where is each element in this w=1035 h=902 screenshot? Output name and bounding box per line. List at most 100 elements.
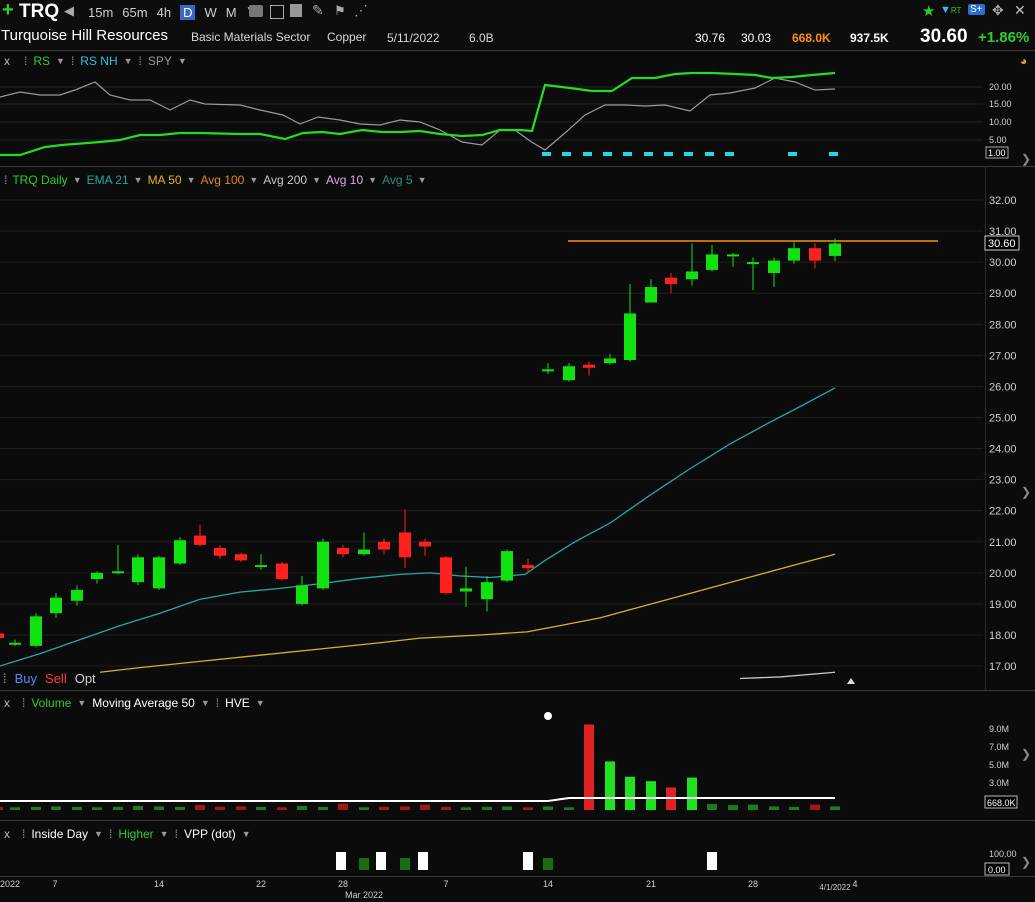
candle-body xyxy=(809,248,821,261)
rs-line xyxy=(0,71,836,157)
candle-body xyxy=(112,571,124,574)
price-axis-label: 18.00 xyxy=(989,630,1017,642)
candle-body xyxy=(337,547,349,555)
signal-bars: 100.00 0.00 ❯ xyxy=(336,849,1031,876)
volume-bar xyxy=(359,807,369,810)
price-axis: 32.0031.0030.0029.0028.0027.0026.0025.00… xyxy=(0,195,1031,684)
volume-bar xyxy=(277,807,287,810)
volume-bar xyxy=(72,806,82,810)
panel-separator xyxy=(0,50,1035,51)
candle-body xyxy=(0,633,4,639)
volume-bar xyxy=(625,776,635,810)
volume-bar xyxy=(31,806,41,810)
candle-body xyxy=(522,565,534,569)
candle-body xyxy=(71,589,83,601)
volume-bar xyxy=(175,806,185,810)
candle-body xyxy=(460,588,472,592)
x-axis-label: 7 xyxy=(443,879,448,889)
price-axis-label: 23.00 xyxy=(989,475,1017,487)
x-axis-label: 21 xyxy=(646,879,656,889)
volume-bar xyxy=(51,806,61,810)
candle-body xyxy=(829,243,841,256)
volume-bars xyxy=(0,712,840,810)
volume-bar xyxy=(687,777,697,810)
volume-bar xyxy=(728,805,738,810)
panel-separators xyxy=(0,50,1035,877)
candle-body xyxy=(686,271,698,280)
panel-separator xyxy=(0,690,1035,691)
candle-body xyxy=(358,549,370,555)
volume-bar xyxy=(113,806,123,810)
volume-bar xyxy=(605,761,615,810)
candle-body xyxy=(624,313,636,361)
candle-body xyxy=(563,366,575,381)
candle-body xyxy=(727,254,739,257)
volume-axis-label: 5.0M xyxy=(989,760,1009,770)
rs-nh-marker xyxy=(684,152,693,156)
higher-bar xyxy=(400,858,410,870)
x-axis: 2022 7 14 22 28 7 14 21 28 4 Mar 2022 4/1/2022 xyxy=(0,879,858,900)
rs-badge: 1.00 xyxy=(988,148,1006,158)
volume-bar xyxy=(769,806,779,810)
price-axis-label: 19.00 xyxy=(989,599,1017,611)
scroll-up-icon xyxy=(847,678,855,684)
volume-bar xyxy=(420,804,430,810)
candle-body xyxy=(378,541,390,550)
volume-bar xyxy=(0,806,3,810)
volume-bar xyxy=(748,804,758,810)
rs-nh-marker xyxy=(788,152,797,156)
candle-body xyxy=(706,254,718,270)
rs-nh-marker xyxy=(644,152,653,156)
rs-nh-marker xyxy=(623,152,632,156)
candle-body xyxy=(481,582,493,600)
volume-bar xyxy=(482,806,492,810)
volume-axis-label: 3.0M xyxy=(989,778,1009,788)
price-axis-label: 32.00 xyxy=(989,195,1017,207)
panel-separator xyxy=(0,876,1035,877)
rs-axis-label: 20.00 xyxy=(989,82,1012,92)
volume-badge: 668.0K xyxy=(987,798,1016,808)
panel-separator xyxy=(0,166,1035,167)
rs-lines xyxy=(0,71,838,157)
volume-bar xyxy=(830,806,840,810)
inside-day-bar xyxy=(418,852,428,870)
price-axis-label: 17.00 xyxy=(989,661,1017,673)
price-axis-label: 26.00 xyxy=(989,381,1017,393)
volume-bar xyxy=(215,806,225,810)
volume-bar xyxy=(461,807,471,810)
candle-body xyxy=(542,369,554,372)
volume-bar xyxy=(564,807,574,810)
volume-axis: 9.0M 7.0M 5.0M 3.0M 668.0K ❯ xyxy=(984,724,1031,809)
x-axis-label: 7 xyxy=(52,879,57,889)
rs-axis-label: 15.00 xyxy=(989,99,1012,109)
rs-nh-marker xyxy=(829,152,838,156)
candle-body xyxy=(768,260,780,274)
chart-canvas[interactable]: 20.0015.0010.005.001.00 ❯ 32.0031.0030.00… xyxy=(0,0,1035,902)
scroll-right-icon: ❯ xyxy=(1021,485,1031,499)
candle-body xyxy=(440,557,452,594)
ma50-line xyxy=(99,553,836,673)
price-axis-label: 25.00 xyxy=(989,412,1017,424)
bottom-axis-label: 100.00 xyxy=(989,849,1017,859)
candle-body xyxy=(317,541,329,589)
panel-separator xyxy=(0,820,1035,821)
ema21-line xyxy=(0,387,836,667)
volume-bar xyxy=(10,807,20,810)
price-axis-label: 30.00 xyxy=(989,257,1017,269)
rs-nh-marker xyxy=(542,152,551,156)
price-axis-label: 27.00 xyxy=(989,350,1017,362)
candle-body xyxy=(583,364,595,368)
inside-day-bar xyxy=(523,852,533,870)
candle-body xyxy=(747,262,759,265)
volume-bar xyxy=(502,806,512,810)
volume-bar xyxy=(318,806,328,810)
candle-body xyxy=(645,286,657,303)
price-axis-label: 20.00 xyxy=(989,568,1017,580)
candle-body xyxy=(501,551,513,581)
x-axis-label: 22 xyxy=(256,879,266,889)
volume-bar xyxy=(400,806,410,810)
candle-body xyxy=(399,532,411,558)
volume-bar xyxy=(789,806,799,810)
volume-bar xyxy=(256,806,266,810)
rs-nh-marker xyxy=(603,152,612,156)
